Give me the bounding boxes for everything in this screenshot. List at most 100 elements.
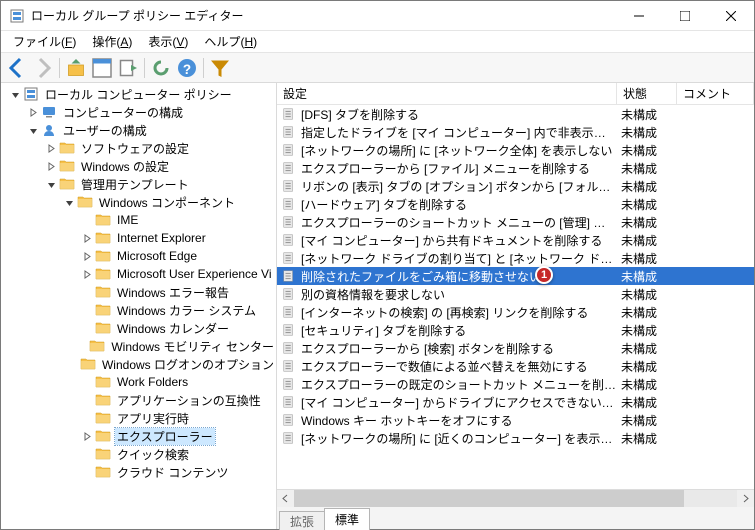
expand-icon[interactable] [45, 142, 57, 154]
tree-node[interactable]: Windows エラー報告 [3, 283, 276, 301]
policy-state: 未構成 [617, 124, 677, 141]
collapse-icon[interactable] [63, 196, 75, 208]
policy-row[interactable]: [ネットワーク ドライブの割り当て] と [ネットワーク ドライブの切断] ..… [277, 249, 754, 267]
tree-node[interactable]: Windows モビリティ センター [3, 337, 276, 355]
scope-tree[interactable]: ローカル コンピューター ポリシーコンピューターの構成ユーザーの構成ソフトウェア… [1, 83, 277, 529]
menu-view[interactable]: 表示(V) [140, 31, 196, 52]
policy-icon [281, 305, 297, 319]
scroll-right-icon[interactable] [737, 490, 754, 507]
policy-row[interactable]: エクスプローラーから [検索] ボタンを削除する未構成 [277, 339, 754, 357]
properties-button[interactable] [90, 56, 114, 80]
scroll-track[interactable] [294, 490, 737, 507]
policy-row[interactable]: エクスプローラーで数値による並べ替えを無効にする未構成 [277, 357, 754, 375]
menu-action[interactable]: 操作(A) [84, 31, 140, 52]
tab-standard[interactable]: 標準 [324, 508, 370, 530]
tree-node[interactable]: アプリ実行時 [3, 409, 276, 427]
close-button[interactable] [708, 1, 754, 30]
export-button[interactable] [116, 56, 140, 80]
scroll-thumb[interactable] [294, 490, 684, 507]
expand-icon[interactable] [81, 430, 93, 442]
tree-node[interactable]: Internet Explorer [3, 229, 276, 247]
folder-icon [95, 302, 111, 318]
policy-row[interactable]: [インターネットの検索] の [再検索] リンクを削除する未構成 [277, 303, 754, 321]
tree-node[interactable]: Windows コンポーネント [3, 193, 276, 211]
policy-list[interactable]: [DFS] タブを削除する未構成指定したドライブを [マイ コンピューター] 内… [277, 105, 754, 489]
tree-node[interactable]: Windows カレンダー [3, 319, 276, 337]
col-comment[interactable]: コメント [677, 83, 754, 104]
tree-node[interactable]: ソフトウェアの設定 [3, 139, 276, 157]
policy-state: 未構成 [617, 304, 677, 321]
policy-state: 未構成 [617, 232, 677, 249]
collapse-icon[interactable] [45, 178, 57, 190]
tree-node[interactable]: エクスプローラー [3, 427, 276, 445]
tree-node[interactable]: Microsoft User Experience Vi [3, 265, 276, 283]
menu-help[interactable]: ヘルプ(H) [196, 31, 265, 52]
tab-extended[interactable]: 拡張 [279, 511, 325, 530]
policy-row[interactable]: エクスプローラーから [ファイル] メニューを削除する未構成 [277, 159, 754, 177]
policy-icon [281, 359, 297, 373]
callout-badge: 1 [535, 266, 553, 284]
policy-name: エクスプローラーで数値による並べ替えを無効にする [301, 358, 617, 375]
tree-node[interactable]: ローカル コンピューター ポリシー [3, 85, 276, 103]
policy-name: [セキュリティ] タブを削除する [301, 322, 617, 339]
policy-name: リボンの [表示] タブの [オプション] ボタンから [フォルダー オプショ.… [301, 178, 617, 195]
expand-icon[interactable] [81, 268, 93, 280]
policy-row[interactable]: [マイ コンピューター] から共有ドキュメントを削除する未構成 [277, 231, 754, 249]
tree-node[interactable]: アプリケーションの互換性 [3, 391, 276, 409]
tree-node[interactable]: 管理用テンプレート [3, 175, 276, 193]
refresh-button[interactable] [149, 56, 173, 80]
policy-name: エクスプローラーのショートカット メニューの [管理] 項目を非表示に [301, 214, 617, 231]
expand-icon[interactable] [45, 160, 57, 172]
policy-row[interactable]: [マイ コンピューター] からドライブにアクセスできないようにする未構成 [277, 393, 754, 411]
policy-row[interactable]: 削除されたファイルをごみ箱に移動させない未構成1 [277, 267, 754, 285]
folder-icon [59, 158, 75, 174]
policy-state: 未構成 [617, 250, 677, 267]
scroll-left-icon[interactable] [277, 490, 294, 507]
forward-button [31, 56, 55, 80]
policy-row[interactable]: 別の資格情報を要求しない未構成 [277, 285, 754, 303]
horizontal-scrollbar[interactable] [277, 489, 754, 506]
maximize-button[interactable] [662, 1, 708, 30]
policy-state: 未構成 [617, 376, 677, 393]
minimize-button[interactable] [616, 1, 662, 30]
policy-row[interactable]: [ハードウェア] タブを削除する未構成 [277, 195, 754, 213]
policy-row[interactable]: [ネットワークの場所] に [近くのコンピューター] を表示しない未構成 [277, 429, 754, 447]
up-button[interactable] [64, 56, 88, 80]
list-header: 設定 状態 コメント [277, 83, 754, 105]
collapse-icon[interactable] [27, 124, 39, 136]
tree-node[interactable]: コンピューターの構成 [3, 103, 276, 121]
tree-node[interactable]: Windows ログオンのオプション [3, 355, 276, 373]
col-name[interactable]: 設定 [277, 83, 617, 104]
help-button[interactable] [175, 56, 199, 80]
policy-row[interactable]: [セキュリティ] タブを削除する未構成 [277, 321, 754, 339]
policy-icon [281, 413, 297, 427]
policy-icon [281, 431, 297, 445]
policy-icon [281, 251, 297, 265]
folder-icon [80, 356, 96, 372]
tree-node[interactable]: Windows カラー システム [3, 301, 276, 319]
col-state[interactable]: 状態 [617, 83, 677, 104]
policy-row[interactable]: 指定したドライブを [マイ コンピューター] 内で非表示にする未構成 [277, 123, 754, 141]
filter-button[interactable] [208, 56, 232, 80]
tree-node[interactable]: Work Folders [3, 373, 276, 391]
tree-node[interactable]: クイック検索 [3, 445, 276, 463]
tree-node[interactable]: クラウド コンテンツ [3, 463, 276, 481]
back-button[interactable] [5, 56, 29, 80]
policy-row[interactable]: [DFS] タブを削除する未構成 [277, 105, 754, 123]
tree-node[interactable]: IME [3, 211, 276, 229]
policy-row[interactable]: エクスプローラーのショートカット メニューの [管理] 項目を非表示に未構成 [277, 213, 754, 231]
expand-icon[interactable] [81, 232, 93, 244]
policy-row[interactable]: リボンの [表示] タブの [オプション] ボタンから [フォルダー オプショ.… [277, 177, 754, 195]
policy-row[interactable]: Windows キー ホットキーをオフにする未構成 [277, 411, 754, 429]
tree-node[interactable]: Windows の設定 [3, 157, 276, 175]
policy-state: 未構成 [617, 430, 677, 447]
tree-node[interactable]: ユーザーの構成 [3, 121, 276, 139]
policy-row[interactable]: エクスプローラーの既定のショートカット メニューを削除する未構成 [277, 375, 754, 393]
collapse-icon[interactable] [9, 88, 21, 100]
expand-icon[interactable] [27, 106, 39, 118]
policy-icon [281, 161, 297, 175]
expand-icon[interactable] [81, 250, 93, 262]
policy-row[interactable]: [ネットワークの場所] に [ネットワーク全体] を表示しない未構成 [277, 141, 754, 159]
menu-file[interactable]: ファイル(F) [5, 31, 84, 52]
tree-node[interactable]: Microsoft Edge [3, 247, 276, 265]
